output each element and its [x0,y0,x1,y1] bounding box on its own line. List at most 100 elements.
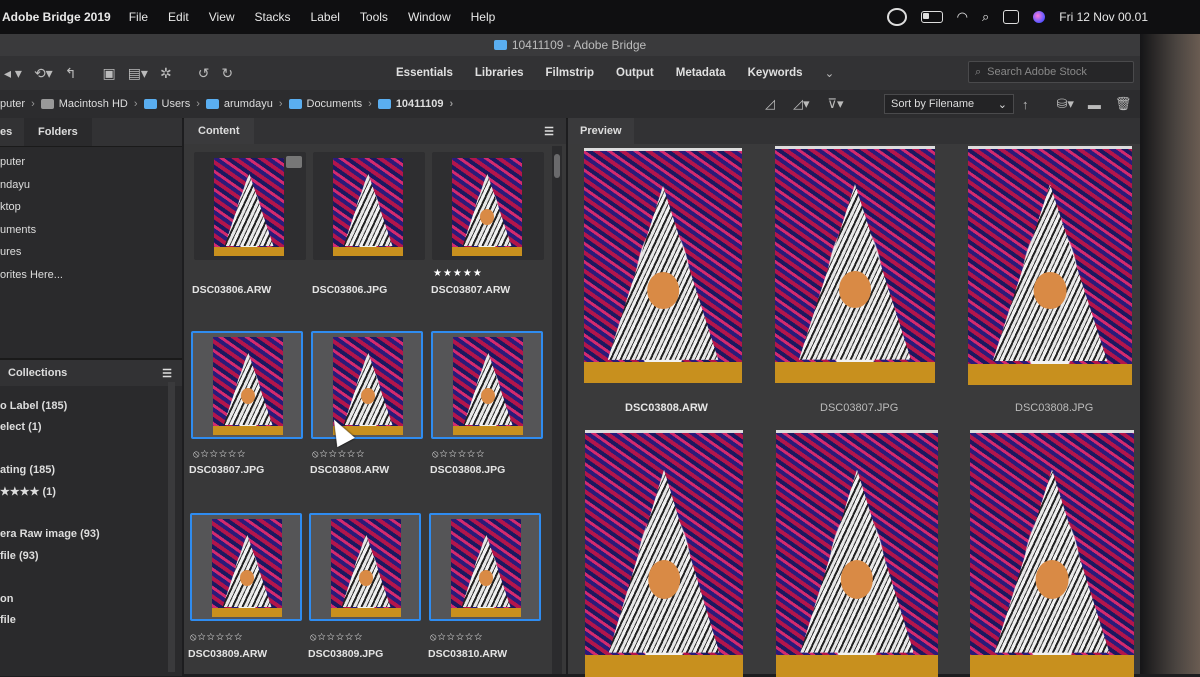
menu-file[interactable]: File [129,10,148,24]
rating-stars[interactable]: ⦸☆☆☆☆☆ [193,449,246,460]
thumbnail-DSC03809-JPG[interactable] [309,513,421,621]
thumbnail-DSC03809-ARW[interactable] [190,513,302,621]
workspace-more-chevron-icon[interactable]: ⌄ [825,66,835,80]
favorite-item[interactable]: ktop [0,196,182,219]
panel-menu-icon[interactable]: ☰ [544,125,554,138]
thumbnail-DSC03807-JPG[interactable] [191,331,303,439]
sort-ascending-icon[interactable]: ↑ [1022,97,1029,112]
breadcrumb-users[interactable]: Users › [143,98,200,110]
filter-item[interactable]: file (93) [0,546,182,567]
thumbnail-filename: DSC03806.ARW [192,284,272,296]
menu-tools[interactable]: Tools [360,10,388,24]
breadcrumb-macintosh-hd[interactable]: Macintosh HD › [40,98,138,110]
rotate-right-icon[interactable]: ↻ [221,65,233,82]
boomerang-icon[interactable]: ↰ [65,65,77,82]
recent-files-icon[interactable]: ⟲▾ [34,65,53,82]
rating-filter-icon[interactable]: ◿▾ [793,96,810,112]
thumbnail-DSC03807-ARW[interactable] [432,152,544,260]
filter-item[interactable]: on [0,589,182,610]
workspace-filmstrip[interactable]: Filmstrip [545,67,594,79]
filter-item[interactable]: era Raw image (93) [0,524,182,545]
filter-item[interactable]: elect (1) [0,417,182,438]
favorite-item[interactable]: ndayu [0,174,182,197]
preview-image[interactable] [970,430,1134,677]
open-camera-raw-icon[interactable]: ✲ [160,65,172,82]
search-adobe-stock-input[interactable]: ⌕ Search Adobe Stock [968,61,1134,83]
breadcrumb-documents[interactable]: Documents › [288,98,372,110]
filter-items-icon[interactable]: ⊽▾ [828,96,844,112]
rating-stars[interactable]: ⦸☆☆☆☆☆ [310,632,363,643]
rating-stars[interactable]: ⦸☆☆☆☆☆ [430,632,483,643]
thumbnail-DSC03810-ARW[interactable] [429,513,541,621]
menubar-clock[interactable]: Fri 12 Nov 00.01 [1059,10,1148,24]
favorite-item[interactable]: orites Here... [0,264,182,287]
menu-window[interactable]: Window [408,10,451,24]
preview-filename: DSC03808.JPG [1015,402,1094,414]
tab-favorites[interactable]: es [0,126,24,138]
refine-icon[interactable]: ▤▾ [128,65,148,82]
new-folder-icon[interactable]: ▬ [1088,97,1101,112]
tab-preview[interactable]: Preview [568,118,634,144]
trash-icon[interactable]: 🗑 [1115,96,1132,112]
rotate-left-icon[interactable]: ↺ [198,65,210,82]
battery-icon[interactable] [920,11,943,23]
workspace-libraries[interactable]: Libraries [475,67,524,79]
creative-cloud-icon[interactable] [886,8,907,26]
preview-image[interactable] [585,430,743,677]
panel-menu-icon[interactable]: ☰ [162,367,172,380]
tab-collections[interactable]: Collections [8,367,67,379]
rating-stars[interactable]: ⦸☆☆☆☆☆ [190,632,243,643]
menu-help[interactable]: Help [471,10,496,24]
preview-image[interactable] [584,148,742,383]
preview-image[interactable] [775,146,935,383]
siri-icon[interactable] [1033,11,1046,23]
content-scrollbar[interactable] [552,146,562,674]
filter-item[interactable] [0,503,182,524]
workspace-metadata[interactable]: Metadata [676,67,726,79]
menu-stacks[interactable]: Stacks [255,10,291,24]
breadcrumb-computer[interactable]: puter › [0,98,35,110]
rating-stars[interactable]: ⦸☆☆☆☆☆ [432,449,485,460]
app-menu[interactable]: Adobe Bridge 2019 [2,10,111,24]
menu-view[interactable]: View [209,10,235,24]
spotlight-search-icon[interactable]: ⌕ [982,9,989,25]
filter-item[interactable] [0,567,182,588]
preview-image[interactable] [968,146,1132,385]
scrollbar-thumb[interactable] [554,154,560,178]
thumbnail-image [333,158,403,256]
breadcrumb-arumdayu[interactable]: arumdayu › [205,98,283,110]
thumbnail-DSC03808-JPG[interactable] [431,331,543,439]
thumbnail-DSC03806-ARW[interactable] [194,152,306,260]
filter-item[interactable]: o Label (185) [0,396,182,417]
rating-stars[interactable]: ★★★★★ [433,268,483,279]
menu-edit[interactable]: Edit [168,10,189,24]
thumbnail-image [214,158,284,256]
sort-dropdown[interactable]: Sort by Filename ⌄ [884,94,1014,114]
filter-item[interactable]: ating (185) [0,460,182,481]
workspace-keywords[interactable]: Keywords [748,67,803,79]
favorite-item[interactable]: ures [0,241,182,264]
rating-stars[interactable]: ⦸☆☆☆☆☆ [312,449,365,460]
favorite-item[interactable]: uments [0,219,182,242]
breadcrumb-10411109[interactable]: 10411109 › [377,98,453,110]
filter-scrollbar[interactable] [168,382,175,672]
wifi-icon[interactable]: ◠ [957,9,968,25]
tab-content[interactable]: Content [184,118,254,144]
favorite-item[interactable]: puter [0,151,182,174]
workspace-output[interactable]: Output [616,67,654,79]
thumbnail-DSC03806-JPG[interactable] [313,152,425,260]
preview-image[interactable] [776,430,938,677]
camera-import-icon[interactable]: ▣ [102,65,115,82]
filter-item[interactable]: file [0,610,182,631]
thumbnail-filename: DSC03808.JPG [430,464,506,476]
adjustments-badge-icon [286,156,302,168]
filter-item[interactable] [0,439,182,460]
workspace-essentials[interactable]: Essentials [396,67,453,79]
recent-folder-icon[interactable]: ⛁▾ [1057,96,1074,112]
tab-folders[interactable]: Folders [24,118,92,146]
quality-options-icon[interactable]: ◿ [765,96,775,112]
control-center-icon[interactable] [1003,10,1020,24]
menu-label[interactable]: Label [311,10,340,24]
workflow-dropdown-icon[interactable]: ◂ ▾ [4,65,22,82]
filter-item[interactable]: ★★★★ (1) [0,482,182,503]
